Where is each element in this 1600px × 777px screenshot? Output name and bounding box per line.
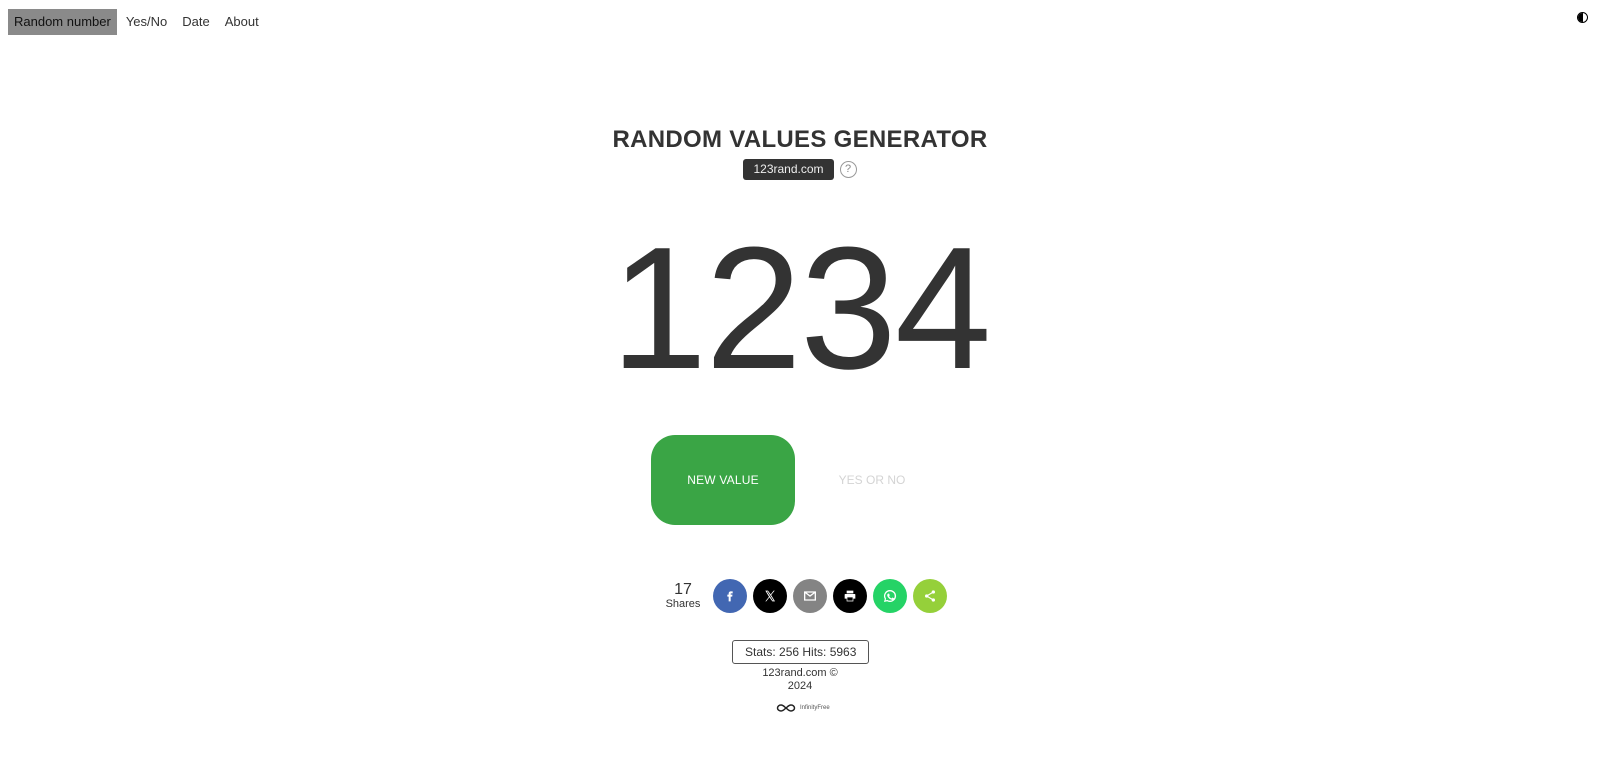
random-value-display: 1234 bbox=[610, 210, 991, 405]
print-icon[interactable] bbox=[833, 579, 867, 613]
domain-badge-row: 123rand.com ? bbox=[0, 159, 1600, 180]
action-buttons: NEW VALUE YES OR NO bbox=[651, 435, 929, 525]
top-nav: Random number Yes/No Date About bbox=[8, 9, 268, 35]
nav-item-date[interactable]: Date bbox=[176, 9, 215, 35]
x-icon[interactable] bbox=[753, 579, 787, 613]
facebook-icon[interactable] bbox=[713, 579, 747, 613]
infinity-icon bbox=[776, 704, 796, 712]
nav-item-yes-no[interactable]: Yes/No bbox=[120, 9, 173, 35]
page-title: RANDOM VALUES GENERATOR bbox=[612, 126, 988, 153]
nav-item-random-number[interactable]: Random number bbox=[8, 9, 117, 35]
whatsapp-icon[interactable] bbox=[873, 579, 907, 613]
new-value-button[interactable]: NEW VALUE bbox=[651, 435, 795, 525]
half-moon-icon[interactable] bbox=[1577, 12, 1588, 23]
footer-copyright: 123rand.com © 2024 bbox=[0, 667, 1600, 693]
stats-box: Stats: 256 Hits: 5963 bbox=[732, 640, 870, 664]
email-icon[interactable] bbox=[793, 579, 827, 613]
share-count-label: Shares bbox=[665, 598, 701, 610]
share-icon[interactable] bbox=[913, 579, 947, 613]
share-bar: 17 Shares bbox=[663, 579, 947, 613]
footer-copyright-line2: 2024 bbox=[787, 680, 813, 692]
page: Random number Yes/No Date About RANDOM V… bbox=[0, 0, 1600, 777]
domain-badge[interactable]: 123rand.com bbox=[743, 159, 834, 180]
share-count: 17 Shares bbox=[663, 581, 703, 611]
yes-or-no-button[interactable]: YES OR NO bbox=[815, 435, 929, 525]
help-icon[interactable]: ? bbox=[839, 161, 857, 178]
share-count-number: 17 bbox=[674, 581, 692, 598]
infinityfree-logo[interactable]: InfinityFree bbox=[775, 702, 830, 714]
nav-item-about[interactable]: About bbox=[219, 9, 265, 35]
host-logo-text: InfinityFree bbox=[800, 705, 830, 711]
footer-copyright-line1: 123rand.com © bbox=[762, 667, 838, 679]
